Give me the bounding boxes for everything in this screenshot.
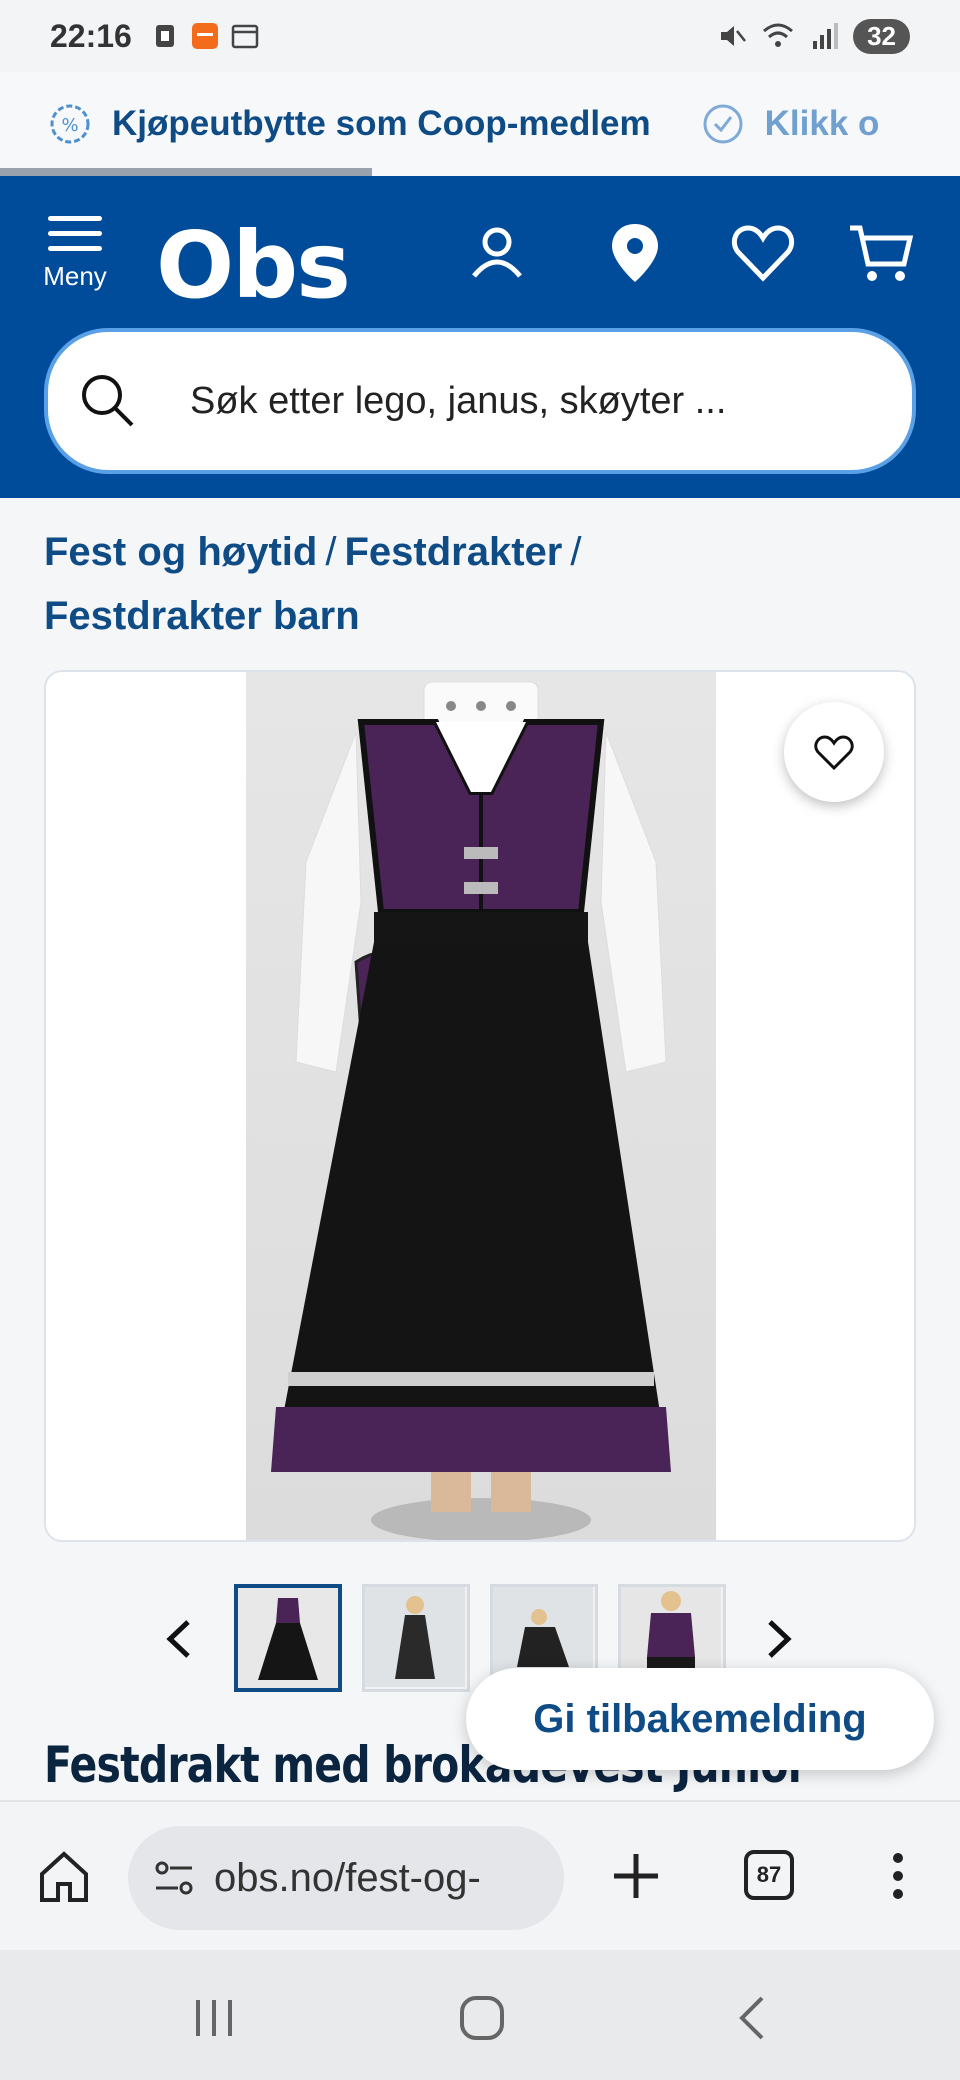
breadcrumb-link[interactable]: Fest og høytid bbox=[44, 530, 317, 574]
search-placeholder: Søk etter lego, janus, skøyter ... bbox=[190, 379, 727, 422]
wifi-icon bbox=[763, 23, 794, 47]
breadcrumb-link[interactable]: Festdrakter bbox=[344, 530, 562, 574]
address-bar[interactable]: obs.no/fest-og- bbox=[128, 1826, 564, 1930]
chevron-left-icon[interactable] bbox=[156, 1614, 206, 1664]
status-bar: 22:16 32 bbox=[0, 0, 960, 72]
battery-indicator: 32 bbox=[853, 18, 910, 54]
signal-icon bbox=[813, 23, 839, 49]
heart-icon bbox=[814, 735, 854, 771]
breadcrumb-separator: / bbox=[325, 530, 337, 574]
more-options-icon[interactable] bbox=[868, 1846, 928, 1906]
system-navigation-bar bbox=[0, 1950, 960, 2080]
search-icon bbox=[82, 375, 134, 427]
obs-logo[interactable]: Obs bbox=[156, 212, 351, 319]
product-image-card[interactable] bbox=[44, 670, 916, 1542]
status-time: 22:16 bbox=[50, 17, 132, 54]
breadcrumb: Fest og høytid / Festdrakter / Festdrakter … bbox=[44, 520, 914, 648]
promo-item-member[interactable]: % Kjøpeutbytte som Coop-medlem bbox=[48, 102, 651, 146]
home-icon[interactable] bbox=[34, 1846, 94, 1906]
account-icon[interactable] bbox=[462, 218, 532, 288]
breadcrumb-separator: / bbox=[570, 530, 582, 574]
hamburger-icon bbox=[40, 216, 110, 251]
notification-app-icon bbox=[155, 25, 174, 47]
favorites-heart-icon[interactable] bbox=[728, 218, 798, 288]
percent-badge-icon: % bbox=[50, 104, 90, 144]
thumbnail-girl-image bbox=[365, 1587, 465, 1687]
home-button-icon[interactable] bbox=[454, 1990, 510, 2046]
recent-apps-icon[interactable] bbox=[186, 1990, 242, 2046]
mute-icon bbox=[721, 26, 747, 46]
add-to-favorites-button[interactable] bbox=[784, 702, 884, 802]
temu-icon bbox=[191, 23, 218, 49]
new-tab-plus-icon[interactable] bbox=[606, 1846, 666, 1906]
product-image[interactable] bbox=[246, 672, 716, 1540]
site-settings-icon[interactable] bbox=[152, 1856, 196, 1900]
tab-switcher-button[interactable]: 87 bbox=[744, 1850, 794, 1900]
menu-label: Meny bbox=[43, 261, 107, 291]
promo-strip[interactable]: % Kjøpeutbytte som Coop-medlem Klikk o bbox=[0, 72, 960, 176]
thumbnail-2[interactable] bbox=[362, 1584, 470, 1692]
menu-button[interactable]: Meny bbox=[40, 216, 110, 292]
dress-illustration bbox=[271, 681, 671, 1540]
store-location-icon[interactable] bbox=[600, 218, 670, 288]
cart-icon[interactable] bbox=[846, 218, 916, 288]
promo-text: Kjøpeutbytte som Coop-medlem bbox=[112, 104, 651, 143]
browser-toolbar: obs.no/fest-og- 87 bbox=[0, 1800, 960, 1950]
search-input[interactable]: Søk etter lego, janus, skøyter ... bbox=[44, 328, 916, 474]
address-bar-url: obs.no/fest-og- bbox=[214, 1855, 481, 1900]
breadcrumb-link[interactable]: Festdrakter barn bbox=[44, 594, 360, 638]
site-header: Meny Obs Søk etter lego, janus, skøyter … bbox=[0, 176, 960, 498]
check-badge-icon bbox=[703, 104, 743, 144]
svg-text:%: % bbox=[61, 115, 78, 136]
chevron-right-icon[interactable] bbox=[752, 1614, 802, 1664]
back-icon[interactable] bbox=[726, 1990, 782, 2046]
promo-progress-bar bbox=[0, 168, 372, 176]
thumbnail-dress-image bbox=[238, 1588, 338, 1688]
thumbnail-1[interactable] bbox=[234, 1584, 342, 1692]
feedback-button[interactable]: Gi tilbakemelding bbox=[466, 1668, 934, 1770]
calendar-icon bbox=[231, 24, 259, 49]
promo-item-click[interactable]: Klikk o bbox=[701, 102, 880, 146]
promo-text: Klikk o bbox=[764, 104, 880, 143]
